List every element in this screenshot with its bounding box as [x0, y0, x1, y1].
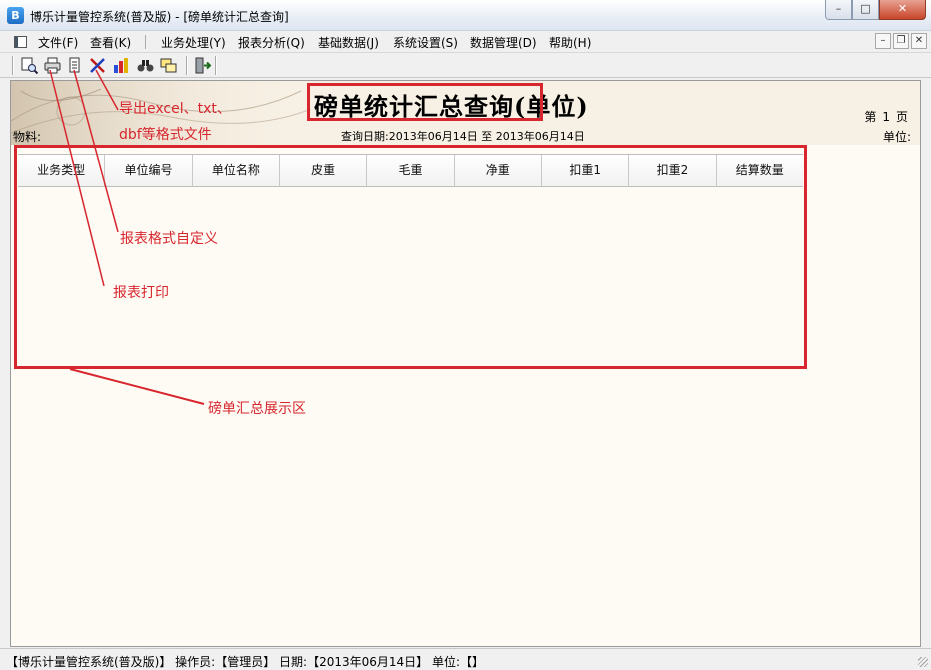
menu-view[interactable]: 查看(K)	[90, 34, 131, 51]
column-header-gross-weight[interactable]: 毛重	[367, 155, 455, 186]
minimize-button[interactable]: –	[825, 0, 852, 20]
menu-file[interactable]: 文件(F)	[38, 34, 78, 51]
toolbar-grip[interactable]	[12, 56, 14, 75]
column-header-deduction-1[interactable]: 扣重1	[542, 155, 630, 186]
column-header-net-weight[interactable]: 净重	[455, 155, 542, 186]
toolbar-separator	[186, 56, 188, 75]
report-area: 磅单统计汇总查询(单位) 第1页 物料: 查询日期:2013年06月14日 至 …	[10, 80, 921, 647]
status-bar: 【博乐计量管控系统(普及版)】 操作员:【管理员】 日期:【2013年06月14…	[0, 648, 931, 670]
mdi-minimize-button[interactable]: –	[875, 33, 891, 49]
page-number: 1	[882, 110, 890, 124]
date-to-separator: 至	[481, 130, 493, 143]
column-header-business-type[interactable]: 业务类型	[18, 155, 106, 186]
mdi-controls: – ❐ ✕	[875, 33, 927, 49]
column-header-deduction-2[interactable]: 扣重2	[629, 155, 717, 186]
window-controls: – □ ✕	[825, 0, 926, 20]
column-header-unit-name[interactable]: 单位名称	[193, 155, 280, 186]
page-prefix: 第	[864, 110, 877, 124]
maximize-button[interactable]: □	[852, 0, 879, 20]
preview-icon[interactable]	[20, 56, 39, 75]
format-icon[interactable]	[65, 56, 84, 75]
menu-help[interactable]: 帮助(H)	[549, 34, 591, 51]
mdi-restore-button[interactable]: ❐	[893, 33, 909, 49]
menu-settings[interactable]: 系统设置(S)	[393, 34, 458, 51]
menu-business[interactable]: 业务处理(Y)	[161, 34, 226, 51]
annotation-export-line1: 导出excel、txt、	[119, 101, 231, 117]
app-icon: B	[7, 7, 24, 24]
menu-base-data[interactable]: 基础数据(J)	[318, 34, 379, 51]
export-icon[interactable]	[88, 56, 107, 75]
annotation-display-area: 磅单汇总展示区	[208, 401, 306, 417]
page-suffix: 页	[895, 110, 908, 124]
window-title: 博乐计量管控系统(普及版) - [磅单统计汇总查询]	[30, 10, 289, 24]
date-to: 2013年06月14日	[495, 130, 585, 143]
date-from: 2013年06月14日	[388, 130, 478, 143]
status-text: 【博乐计量管控系统(普及版)】 操作员:【管理员】 日期:【2013年06月14…	[6, 655, 485, 669]
page-indicator: 第1页	[861, 108, 911, 125]
query-date-label: 查询日期:	[341, 130, 389, 143]
chart-icon[interactable]	[112, 56, 131, 75]
query-date-range: 查询日期:2013年06月14日 至 2013年06月14日	[341, 128, 585, 144]
find-icon[interactable]	[136, 56, 155, 75]
table-header: 业务类型 单位编号 单位名称 皮重 毛重 净重 扣重1 扣重2 结算数量	[18, 154, 803, 187]
column-header-settlement-quantity[interactable]: 结算数量	[717, 155, 803, 186]
column-header-tare-weight[interactable]: 皮重	[280, 155, 368, 186]
close-button[interactable]: ✕	[879, 0, 926, 20]
toolbar-separator-end	[215, 56, 217, 75]
material-label: 物料:	[13, 130, 42, 144]
toolbar	[0, 53, 931, 78]
menu-bar: 文件(F) 查看(K) 业务处理(Y) 报表分析(Q) 基础数据(J) 系统设置…	[0, 31, 931, 53]
annotation-custom-format: 报表格式自定义	[120, 231, 218, 247]
menu-data-management[interactable]: 数据管理(D)	[470, 34, 537, 51]
exit-icon[interactable]	[193, 56, 212, 75]
title-bar: B 博乐计量管控系统(普及版) - [磅单统计汇总查询] – □ ✕	[0, 0, 931, 31]
column-header-unit-code[interactable]: 单位编号	[105, 155, 193, 186]
copy-icon[interactable]	[159, 56, 178, 75]
document-icon[interactable]	[14, 36, 27, 48]
print-icon[interactable]	[43, 56, 62, 75]
annotation-export-line2: dbf等格式文件	[119, 127, 212, 143]
menu-separator	[145, 35, 146, 49]
unit-label: 单位:	[882, 130, 911, 144]
menu-reports[interactable]: 报表分析(Q)	[238, 34, 305, 51]
resize-grip[interactable]	[918, 657, 928, 667]
report-title: 磅单统计汇总查询(单位)	[314, 92, 589, 121]
annotation-print: 报表打印	[113, 285, 169, 301]
mdi-close-button[interactable]: ✕	[911, 33, 927, 49]
